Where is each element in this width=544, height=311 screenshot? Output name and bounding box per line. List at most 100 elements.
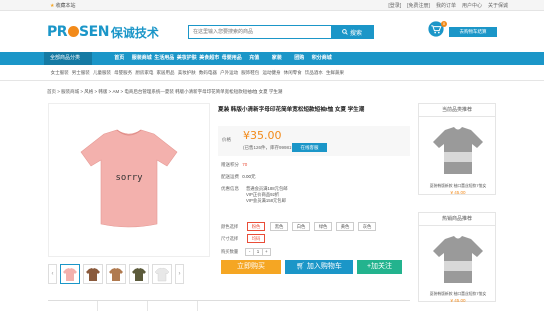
color-chip-black[interactable]: 黑色 [270, 222, 288, 231]
subnav-item[interactable]: 儿童服装 [91, 65, 112, 81]
nav-item-food[interactable]: 美食超市 [198, 52, 221, 65]
points-value: 70 [242, 162, 248, 167]
search-button[interactable]: 搜索 [331, 26, 373, 38]
recommend-image[interactable] [427, 122, 489, 182]
qty-plus-button[interactable]: + [263, 249, 270, 255]
subnav-item[interactable]: 女士服装 [49, 65, 70, 81]
nav-item-beauty[interactable]: 美妆护肤 [176, 52, 199, 65]
stock-info: (已售126件，库存99981件) [243, 145, 298, 150]
thumbnail-pink[interactable] [60, 264, 80, 284]
tab[interactable] [148, 301, 198, 311]
favorite-link[interactable]: ★收藏本站 [50, 2, 76, 9]
tshirt-icon [86, 268, 100, 281]
search-icon [342, 29, 348, 35]
category-recommend-panel: 当前品类推荐 夏装韩版新款 袖口蕾丝短款T恤女 ¥ 45.00 [418, 103, 496, 195]
tab[interactable] [98, 301, 148, 311]
price-box: 价格 ¥35.00 (已售126件，库存99981件) 在线客服 [218, 126, 410, 156]
color-chip-pink[interactable]: 粉色 [247, 222, 265, 231]
price-label: 价格 [222, 137, 231, 142]
subnav-item[interactable]: 厨房家电 [134, 65, 155, 81]
promo-list: 普通会员满188元包邮 VIP正价商品92折 VIP会员满158元包邮 [246, 186, 288, 204]
recommend-name[interactable]: 夏装韩版新款 袖口蕾丝短款T恤女 [423, 184, 493, 189]
checkout-button[interactable]: 去购物车结算 [449, 27, 497, 37]
panel-heading: 当前品类推荐 [419, 104, 495, 117]
nav-item-points-mall[interactable]: 积分商城 [311, 52, 334, 65]
thumbnail-tan[interactable] [106, 264, 126, 284]
product-title: 夏装 韩版小清新字母印花简单宽松短款短袖t恤 女夏 学生潮 [218, 107, 365, 113]
search-input[interactable] [189, 26, 331, 38]
cart-widget[interactable]: 0 去购物车结算 [428, 21, 498, 41]
subnav-item[interactable]: 美妆护肤 [176, 65, 197, 81]
product-price: ¥35.00 [243, 129, 282, 142]
color-chip-white[interactable]: 白色 [292, 222, 310, 231]
breadcrumb[interactable]: 首页 > 服装商城 > 风格 > 韩版 > AM > 电商后台管理系统—夏装 韩… [47, 89, 282, 95]
subnav-item[interactable]: 母婴服务 [113, 65, 134, 81]
tshirt-icon [109, 268, 123, 281]
tshirt-icon [132, 268, 146, 281]
thumb-next-button[interactable]: › [175, 264, 184, 284]
nav-item-clothing[interactable]: 服装商城 [131, 52, 154, 65]
tab[interactable] [48, 301, 98, 311]
subnav-item[interactable]: 饮品酒水 [303, 65, 324, 81]
online-service-button[interactable]: 在线客服 [292, 143, 327, 152]
size-label: 尺寸选择 [221, 236, 239, 241]
thumbnail-brown[interactable] [83, 264, 103, 284]
shipping-label: 配送运费 [221, 174, 239, 179]
recommend-name[interactable]: 夏装韩版新款 袖口蕾丝短款T恤女 [423, 292, 493, 297]
shipping-value: 0.00元 [242, 174, 256, 179]
subnav-item[interactable]: 数码电器 [197, 65, 218, 81]
color-chip-yellow[interactable]: 黄色 [336, 222, 354, 231]
top-links: [登录] [免费注册] 我的订单 用户中心 关于保诚 [388, 2, 508, 9]
nav-item-baby[interactable]: 母婴用品 [221, 52, 244, 65]
size-chip-onesize[interactable]: 均码 [247, 234, 265, 243]
follow-button[interactable]: +加关注 [357, 260, 402, 274]
subnav-item[interactable]: 运动健身 [261, 65, 282, 81]
nav-item-recharge[interactable]: 充值 [243, 52, 266, 65]
subnav-item[interactable]: 服饰鞋包 [240, 65, 261, 81]
user-center-link[interactable]: 用户中心 [462, 2, 482, 9]
add-to-cart-button[interactable]: 🛒︎ 加入购物车 [285, 260, 353, 274]
points-row: 赠送积分 70 [221, 162, 247, 168]
color-chip-green[interactable]: 绿色 [314, 222, 332, 231]
thumb-prev-button[interactable]: ‹ [48, 264, 57, 284]
recommend-price: ¥ 45.00 [450, 190, 466, 195]
subnav-item[interactable]: 家居用品 [155, 65, 176, 81]
thumbnail-white[interactable] [152, 264, 172, 284]
nav-item-home-decor[interactable]: 家装 [266, 52, 289, 65]
site-logo[interactable]: PR SEN 保诚技术 [47, 24, 159, 40]
qty-label: 购买数量 [221, 249, 239, 254]
recommend-image[interactable] [427, 231, 489, 291]
subnav-item[interactable]: 男士服装 [70, 65, 91, 81]
color-chip-gray[interactable]: 灰色 [358, 222, 376, 231]
cart-count-badge: 0 [441, 21, 447, 27]
qty-value[interactable]: 1 [253, 249, 263, 255]
logo-en-1: PR [47, 24, 68, 40]
nav-item-daily[interactable]: 生活用品 [153, 52, 176, 65]
top-bar: ★收藏本站 [登录] [免费注册] 我的订单 用户中心 关于保诚 [0, 0, 544, 11]
my-orders-link[interactable]: 我的订单 [436, 2, 456, 9]
tshirt-icon [63, 268, 77, 281]
subnav-item[interactable]: 休闲零食 [282, 65, 303, 81]
nav-item-home[interactable]: 首页 [108, 52, 131, 65]
add-to-cart-label: 加入购物车 [306, 263, 342, 270]
promo-row: 优惠信息 [221, 186, 241, 192]
buy-now-button[interactable]: 立即购买 [221, 260, 281, 274]
main-nav: 全部商品分类 首页 服装商城 生活用品 美妆护肤 美食超市 母婴用品 充值 家装… [0, 52, 544, 65]
subnav-item[interactable]: 生鲜蔬果 [324, 65, 345, 81]
logo-en-2: SEN [79, 24, 109, 40]
login-link[interactable]: [登录] [388, 2, 401, 9]
promo-label: 优惠信息 [221, 186, 239, 191]
qty-minus-button[interactable]: - [246, 249, 253, 255]
logo-cn: 保诚技术 [110, 25, 159, 40]
subnav-item[interactable]: 户外运动 [219, 65, 240, 81]
register-link[interactable]: [免费注册] [407, 2, 430, 9]
search-bar: 搜索 [188, 25, 374, 39]
points-label: 赠送积分 [221, 162, 239, 167]
color-label: 颜色选择 [221, 224, 239, 229]
logo-o-mark [67, 26, 79, 37]
about-link[interactable]: 关于保诚 [488, 2, 508, 9]
all-categories-button[interactable]: 全部商品分类 [44, 52, 92, 65]
nav-item-group-buy[interactable]: 团购 [288, 52, 311, 65]
thumbnail-olive[interactable] [129, 264, 149, 284]
product-main-image[interactable]: sorry [48, 103, 210, 257]
